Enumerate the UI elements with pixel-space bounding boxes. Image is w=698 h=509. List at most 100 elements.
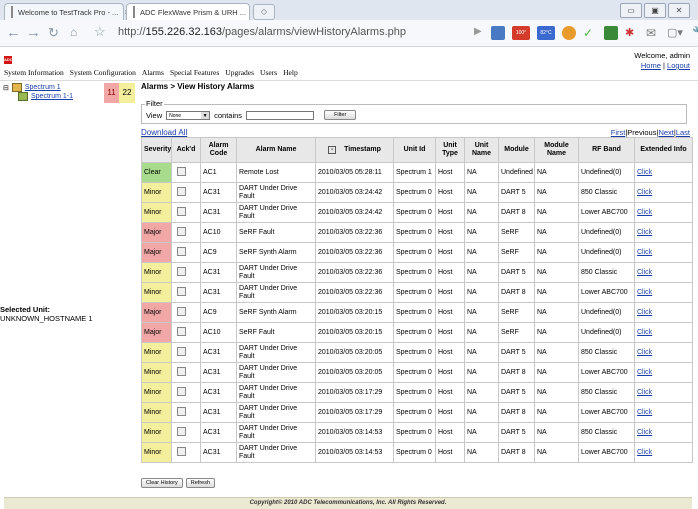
col-severity[interactable]: Severity: [141, 137, 172, 163]
unit-name-cell: NA: [464, 282, 499, 303]
download-all-link[interactable]: Download All: [141, 128, 187, 137]
new-tab-button[interactable]: ◇: [253, 4, 275, 20]
mail-icon[interactable]: ✉: [646, 26, 660, 40]
col-unit-type[interactable]: Unit Type: [435, 137, 465, 163]
alarm-code-cell: AC9: [200, 302, 237, 323]
reload-icon[interactable]: ↻: [48, 25, 59, 41]
sort-icon[interactable]: -: [328, 146, 337, 154]
check-icon[interactable]: ✓: [583, 26, 597, 40]
ackd-cell: [171, 262, 201, 283]
cpu-badge-icon[interactable]: 100°: [512, 26, 530, 40]
view-select[interactable]: None ▼: [166, 110, 211, 120]
ack-checkbox[interactable]: [177, 386, 186, 396]
maximize-icon[interactable]: ▣: [644, 3, 666, 18]
pager-next[interactable]: Next: [658, 128, 673, 137]
click-link[interactable]: Click: [637, 389, 652, 396]
ack-checkbox[interactable]: [177, 406, 186, 416]
col-unit-id[interactable]: Unit Id: [393, 137, 436, 163]
ack-checkbox[interactable]: [177, 246, 186, 256]
click-link[interactable]: Click: [637, 349, 652, 356]
menu-special-features[interactable]: Special Features: [170, 68, 219, 77]
alarm-name-cell: SeRF Fault: [236, 322, 316, 343]
menu-users[interactable]: Users: [260, 68, 277, 77]
play-icon[interactable]: ▶: [474, 26, 484, 40]
ack-checkbox[interactable]: [177, 166, 186, 176]
home-icon[interactable]: ⌂: [70, 25, 77, 39]
click-link[interactable]: Click: [637, 429, 652, 436]
col-ackd[interactable]: Ack'd: [171, 137, 201, 163]
tree-node-spectrum-1-1[interactable]: Spectrum 1-1: [31, 93, 73, 100]
click-link[interactable]: Click: [637, 209, 652, 216]
ack-checkbox[interactable]: [177, 446, 186, 456]
monitor-icon[interactable]: [491, 26, 505, 40]
forward-icon[interactable]: →: [26, 24, 41, 41]
unit-type-cell: Host: [435, 222, 465, 243]
click-link[interactable]: Click: [637, 309, 652, 316]
filter-button[interactable]: Filter: [324, 110, 357, 120]
clear-history-button[interactable]: Clear History: [141, 478, 183, 488]
ack-checkbox[interactable]: [177, 326, 186, 336]
ack-checkbox[interactable]: [177, 226, 186, 236]
col-alarm-code[interactable]: Alarm Code: [200, 137, 237, 163]
menu-alarms[interactable]: Alarms: [142, 68, 164, 77]
page-menu-icon[interactable]: ▢▾: [667, 26, 685, 40]
click-link[interactable]: Click: [637, 269, 652, 276]
ack-checkbox[interactable]: [177, 286, 186, 296]
ack-checkbox[interactable]: [177, 306, 186, 316]
back-icon[interactable]: ←: [6, 24, 21, 41]
ack-checkbox[interactable]: [177, 426, 186, 436]
ack-checkbox[interactable]: [177, 346, 186, 356]
unit-id-cell: Spectrum 0: [393, 222, 436, 243]
wrench-icon[interactable]: 🔧: [692, 26, 698, 40]
click-link[interactable]: Click: [637, 449, 652, 456]
ack-checkbox[interactable]: [177, 186, 186, 196]
contains-input[interactable]: [246, 110, 315, 120]
col-module[interactable]: Module: [498, 137, 535, 163]
addon-icon[interactable]: [604, 26, 618, 40]
click-link[interactable]: Click: [637, 189, 652, 196]
tab-adc-flexwave[interactable]: ADC FlexWave Prism & URH ... ×: [126, 3, 257, 20]
menu-system-configuration[interactable]: System Configuration: [70, 68, 136, 77]
col-module-name[interactable]: Module Name: [534, 137, 579, 163]
collapse-icon[interactable]: ⊟: [3, 84, 9, 92]
click-link[interactable]: Click: [637, 249, 652, 256]
temp-badge-icon[interactable]: 82°C: [537, 26, 555, 40]
alarm-code-cell: AC31: [200, 442, 237, 463]
click-link[interactable]: Click: [637, 229, 652, 236]
click-link[interactable]: Click: [637, 409, 652, 416]
col-extended-info[interactable]: Extended Info: [634, 137, 693, 163]
col-alarm-name[interactable]: Alarm Name: [236, 137, 316, 163]
rf-band-cell: Lower ABC700: [578, 402, 635, 423]
logout-link[interactable]: Logout: [667, 61, 690, 70]
pager-first[interactable]: First: [611, 128, 626, 137]
menu-help[interactable]: Help: [283, 68, 298, 77]
pager-last[interactable]: Last: [676, 128, 690, 137]
menu-upgrades[interactable]: Upgrades: [225, 68, 254, 77]
tree-node-spectrum-1[interactable]: Spectrum 1: [25, 84, 61, 91]
ack-checkbox[interactable]: [177, 366, 186, 376]
close-window-icon[interactable]: ✕: [668, 3, 690, 18]
home-link[interactable]: Home: [641, 61, 661, 70]
puzzle-icon[interactable]: ✱: [625, 26, 639, 40]
click-link[interactable]: Click: [637, 289, 652, 296]
minimize-icon[interactable]: ▭: [620, 3, 642, 18]
pager-previous[interactable]: Previous: [627, 128, 656, 137]
alarm-name-cell: DART Under Drive Fault: [236, 422, 316, 443]
col-rf-band[interactable]: RF Band: [578, 137, 635, 163]
extended-info-cell: Click: [634, 422, 693, 443]
click-link[interactable]: Click: [637, 369, 652, 376]
extension-icon[interactable]: [562, 26, 576, 40]
extended-info-cell: Click: [634, 442, 693, 463]
table-row: Minor AC31 DART Under Drive Fault 2010/03/0…: [141, 182, 693, 203]
address-bar[interactable]: http://155.226.32.163/pages/alarms/viewH…: [118, 24, 463, 41]
menu-system-information[interactable]: System Information: [4, 68, 64, 77]
ack-checkbox[interactable]: [177, 266, 186, 276]
click-link[interactable]: Click: [637, 329, 652, 336]
ack-checkbox[interactable]: [177, 206, 186, 216]
star-icon[interactable]: ☆: [94, 24, 106, 40]
col-unit-name[interactable]: Unit Name: [464, 137, 499, 163]
tab-testtrack[interactable]: Welcome to TestTrack Pro - ... ×: [4, 3, 129, 20]
col-timestamp[interactable]: - Timestamp: [315, 137, 394, 163]
click-link[interactable]: Click: [637, 169, 652, 176]
refresh-button[interactable]: Refresh: [185, 478, 216, 488]
